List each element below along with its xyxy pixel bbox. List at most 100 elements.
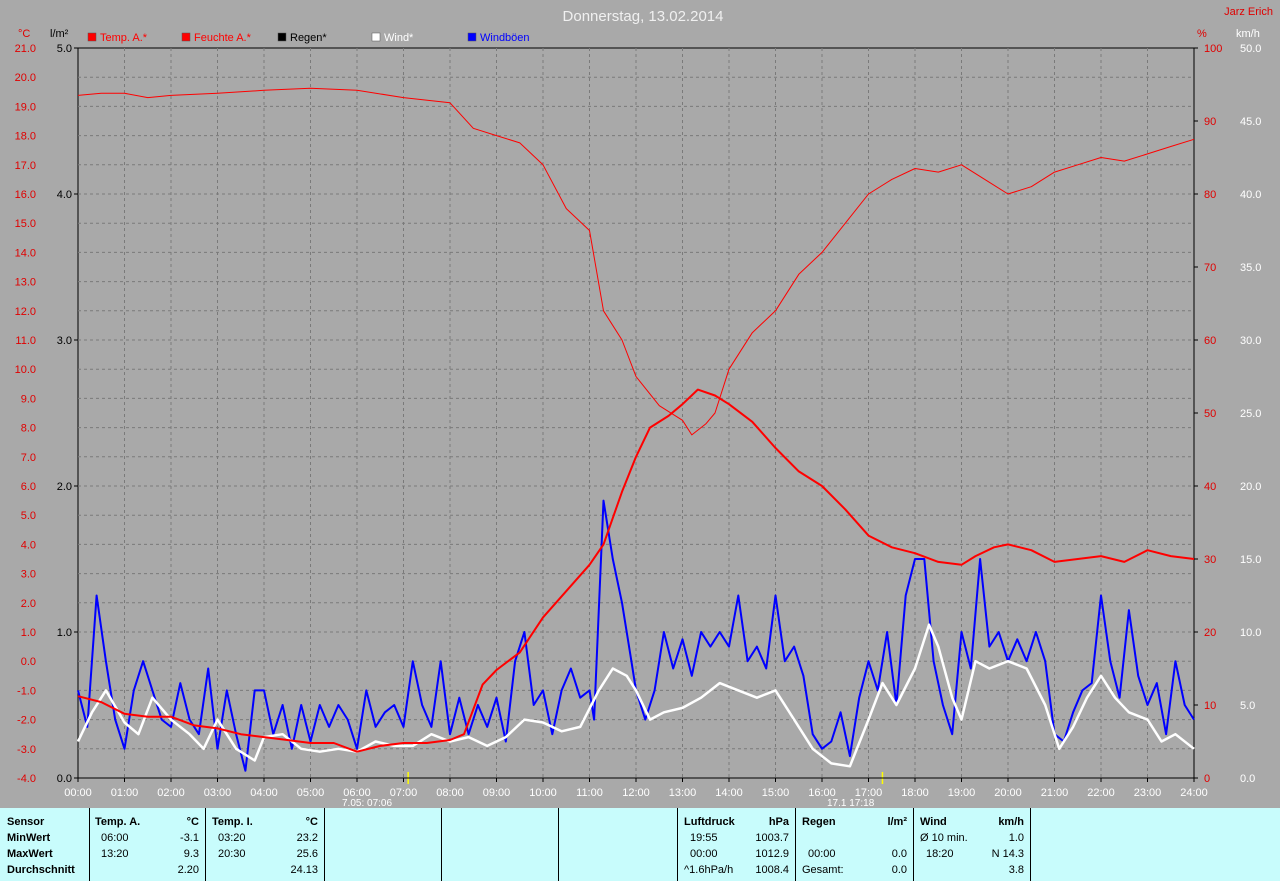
temp-tick-label: 13.0 <box>15 277 36 289</box>
pressure-unit: hPa <box>768 816 789 828</box>
temp-tick-label: 7.0 <box>21 452 36 464</box>
rain-max-time: 00:00 <box>808 848 836 860</box>
temp-i-header: Temp. I. <box>212 816 253 828</box>
legend-swatch <box>371 32 381 42</box>
humidity-tick-label: 90 <box>1204 116 1216 128</box>
temp-tick-label: 10.0 <box>15 364 36 376</box>
temp-tick-label: 14.0 <box>15 247 36 259</box>
pressure-header: Luftdruck <box>684 816 735 828</box>
x-tick-label: 22:00 <box>1087 787 1115 799</box>
temp-i-min-val: 23.2 <box>296 832 318 844</box>
x-tick-label: 02:00 <box>157 787 185 799</box>
x-tick-label: 01:00 <box>111 787 139 799</box>
wind-tick-label: 35.0 <box>1240 262 1261 274</box>
stats-col-pressure: Luftdruck hPa 19:55 1003.7 00:00 1012.9 … <box>678 808 796 881</box>
temp-tick-label: 18.0 <box>15 131 36 143</box>
humidity-tick-label: 50 <box>1204 408 1216 420</box>
legend-swatch <box>277 32 287 42</box>
pressure-max-val: 1012.9 <box>755 848 789 860</box>
temp-tick-label: -3.0 <box>17 744 36 756</box>
rain-tick-label: 3.0 <box>57 335 72 347</box>
minwert-label: MinWert <box>7 832 51 844</box>
wind-tick-label: 30.0 <box>1240 335 1261 347</box>
humidity-tick-label: 30 <box>1204 554 1216 566</box>
stats-col-empty-3 <box>559 808 678 881</box>
temp-tick-label: 0.0 <box>21 656 36 668</box>
legend-label: Temp. A.* <box>100 32 148 44</box>
rain-max-val: 0.0 <box>891 848 907 860</box>
temp-tick-label: 9.0 <box>21 393 36 405</box>
wind-unit-label: km/h <box>1236 28 1260 40</box>
x-tick-label: 15:00 <box>762 787 790 799</box>
stats-col-rain: Regen l/m² 00:00 0.0 Gesamt: 0.0 <box>796 808 914 881</box>
humidity-tick-label: 100 <box>1204 43 1222 55</box>
pressure-min-time: 19:55 <box>690 832 718 844</box>
legend-swatch <box>181 32 191 42</box>
stats-col-wind: Wind km/h Ø 10 min. 1.0 18:20 N 14.3 3.8 <box>914 808 1031 881</box>
chart-title: Donnerstag, 13.02.2014 <box>563 8 724 25</box>
wind-tick-label: 50.0 <box>1240 43 1261 55</box>
wind-header: Wind <box>920 816 947 828</box>
x-tick-label: 05:00 <box>297 787 325 799</box>
x-tick-label: 07:00 <box>390 787 418 799</box>
x-tick-label: 03:00 <box>204 787 232 799</box>
x-tick-label: 23:00 <box>1134 787 1162 799</box>
humidity-tick-label: 80 <box>1204 189 1216 201</box>
temp-tick-label: 8.0 <box>21 423 36 435</box>
temp-tick-label: 3.0 <box>21 569 36 581</box>
temp-tick-label: 12.0 <box>15 306 36 318</box>
x-tick-label: 19:00 <box>948 787 976 799</box>
temp-tick-label: -4.0 <box>17 773 36 785</box>
x-tick-label: 14:00 <box>715 787 743 799</box>
rain-header: Regen <box>802 816 836 828</box>
x-tick-label: 04:00 <box>250 787 278 799</box>
rain-tick-label: 0.0 <box>57 773 72 785</box>
rain-total-label: Gesamt: <box>802 864 844 876</box>
temp-tick-label: -1.0 <box>17 685 36 697</box>
wind-avg10-val: 1.0 <box>1008 832 1024 844</box>
temp-tick-label: 20.0 <box>15 72 36 84</box>
temp-i-avg: 24.13 <box>290 864 318 876</box>
pressure-avg: 1008.4 <box>755 864 789 876</box>
humidity-unit-label: % <box>1197 28 1207 40</box>
wind-tick-label: 40.0 <box>1240 189 1261 201</box>
temp-a-unit: °C <box>186 816 199 828</box>
temp-i-min-time: 03:20 <box>218 832 246 844</box>
durchschnitt-label: Durchschnitt <box>7 864 75 876</box>
x-tick-label: 10:00 <box>529 787 557 799</box>
weather-chart: 21.0 20.0 19.0 18.0 17.0 16.0 15.0 14.0 13.0 12.0… <box>0 0 1280 808</box>
humidity-tick-label: 20 <box>1204 627 1216 639</box>
temp-a-max-val: 9.3 <box>183 848 199 860</box>
legend-label: Windböen <box>480 32 530 44</box>
stats-col-temp-i: Temp. I. °C 03:20 23.2 20:30 25.6 24.13 <box>206 808 325 881</box>
temp-a-max-time: 13:20 <box>101 848 129 860</box>
pressure-trend: ^1.6hPa/h <box>684 864 734 876</box>
stats-col-empty-1 <box>325 808 442 881</box>
temp-tick-label: 2.0 <box>21 598 36 610</box>
wind-tick-label: 15.0 <box>1240 554 1261 566</box>
temp-a-min-val: -3.1 <box>180 832 199 844</box>
wind-unit: km/h <box>998 816 1024 828</box>
legend-label: Wind* <box>384 32 414 44</box>
wind-tick-label: 10.0 <box>1240 627 1261 639</box>
x-tick-label: 18:00 <box>901 787 929 799</box>
wind-max-val: N 14.3 <box>991 848 1024 860</box>
sensor-header: Sensor <box>7 816 45 828</box>
temp-tick-label: 4.0 <box>21 539 36 551</box>
humidity-tick-label: 70 <box>1204 262 1216 274</box>
temp-tick-label: 1.0 <box>21 627 36 639</box>
temp-tick-label: 15.0 <box>15 218 36 230</box>
wind-avg: 3.8 <box>1008 864 1024 876</box>
temp-i-max-time: 20:30 <box>218 848 246 860</box>
x-tick-label: 13:00 <box>669 787 697 799</box>
rain-tick-label: 4.0 <box>57 189 72 201</box>
temp-i-unit: °C <box>305 816 318 828</box>
sunset-label: 17.1 17:18 <box>827 798 875 808</box>
temp-unit-label: °C <box>18 28 30 40</box>
rain-unit: l/m² <box>887 816 907 828</box>
legend-swatch <box>87 32 97 42</box>
rain-tick-label: 2.0 <box>57 481 72 493</box>
temp-tick-label: 11.0 <box>15 335 36 347</box>
pressure-max-time: 00:00 <box>690 848 718 860</box>
temp-i-max-val: 25.6 <box>296 848 318 860</box>
